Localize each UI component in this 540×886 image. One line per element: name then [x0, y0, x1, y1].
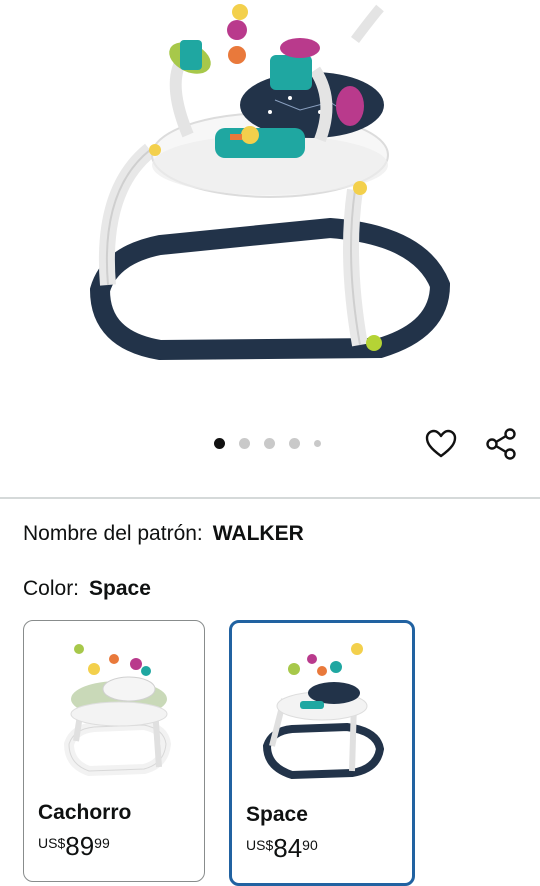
- pattern-row: Nombre del patrón: WALKER: [23, 522, 304, 546]
- swatch-name: Cachorro: [38, 801, 132, 824]
- price-currency: US$: [246, 837, 274, 853]
- price-currency: US$: [38, 835, 66, 851]
- share-button[interactable]: [483, 426, 519, 462]
- price-fraction: 99: [94, 835, 110, 851]
- product-image[interactable]: [0, 0, 540, 420]
- pattern-value: WALKER: [212, 522, 304, 545]
- carousel-dot[interactable]: [214, 438, 225, 449]
- share-icon: [486, 428, 516, 460]
- swatch-cachorro-image: [63, 644, 172, 777]
- swatch-space-image: [262, 643, 385, 780]
- carousel-dot[interactable]: [289, 438, 300, 449]
- pattern-label: Nombre del patrón:: [23, 522, 203, 545]
- favorite-button[interactable]: [423, 426, 459, 462]
- color-row: Color: Space: [23, 577, 151, 601]
- color-label: Color:: [23, 577, 80, 600]
- price-fraction: 90: [302, 837, 318, 853]
- price-whole: 84: [273, 833, 303, 863]
- color-value: Space: [89, 577, 151, 600]
- swatch-price: US$ 84 90: [246, 833, 318, 863]
- swatch-cachorro[interactable]: Cachorro US$ 89 99: [23, 620, 205, 882]
- swatch-name: Space: [246, 803, 308, 826]
- swatch-space[interactable]: Space US$ 84 90: [229, 620, 415, 886]
- carousel-indicator: [214, 438, 321, 449]
- heart-icon: [425, 429, 457, 458]
- carousel-dot[interactable]: [314, 440, 321, 447]
- carousel-dot[interactable]: [239, 438, 250, 449]
- section-divider: [0, 497, 540, 499]
- swatch-price: US$ 89 99: [38, 831, 110, 861]
- price-whole: 89: [65, 831, 95, 861]
- carousel-dot[interactable]: [264, 438, 275, 449]
